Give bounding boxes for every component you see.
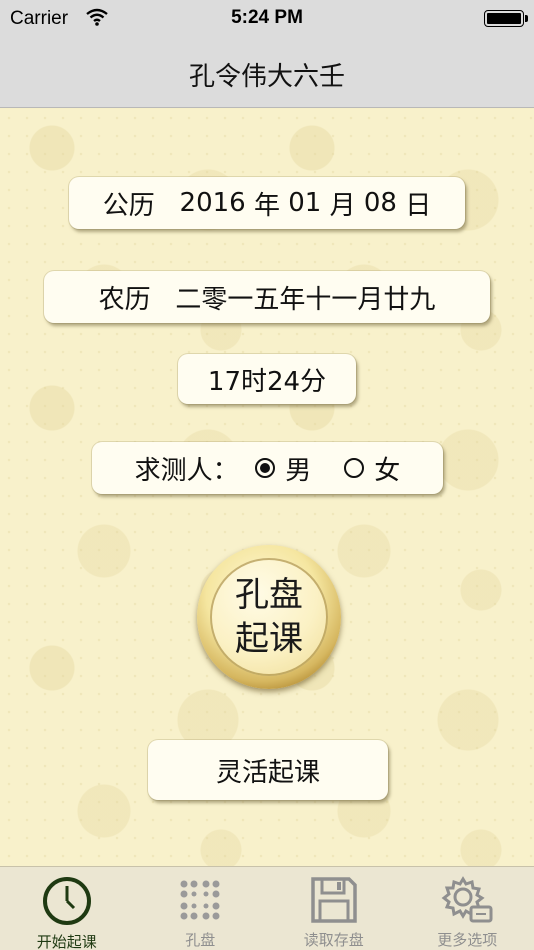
lunar-value: 二零一五年十一月廿九: [175, 284, 436, 315]
status-bar: Carrier 5:24 PM: [0, 0, 534, 38]
female-label: 女: [374, 455, 401, 486]
status-time: 5:24 PM: [231, 7, 303, 28]
solar-month-unit: 月: [329, 190, 356, 221]
tab-kong-pan[interactable]: 孔盘: [134, 867, 268, 950]
lunar-label: 农历: [98, 284, 151, 315]
solar-day: 08: [363, 188, 397, 218]
tab-load-saved-label: 读取存盘: [303, 931, 364, 949]
main-button-line2: 起课: [235, 619, 303, 659]
solar-year-unit: 年: [253, 190, 280, 221]
male-radio[interactable]: 男: [255, 450, 311, 487]
tab-start-label: 开始起课: [36, 933, 97, 950]
grid-icon: [172, 875, 228, 925]
flexible-start-button[interactable]: 灵活起课: [148, 740, 388, 800]
kong-pan-start-button[interactable]: 孔盘 起课: [197, 545, 341, 689]
time-value: 17时24分: [207, 366, 327, 397]
solar-day-unit: 日: [405, 190, 432, 221]
battery-icon: [484, 10, 528, 27]
floppy-disk-icon: [306, 875, 362, 925]
kong-pan-start-face: 孔盘 起课: [210, 558, 328, 676]
gender-label: 求测人：: [134, 455, 239, 486]
tab-more-options-label: 更多选项: [437, 931, 498, 949]
tab-bar: 开始起课 孔盘 读取存盘 更多选项: [0, 866, 534, 950]
main-button-line1: 孔盘: [235, 575, 303, 615]
female-radio[interactable]: 女: [344, 450, 400, 487]
page-title: 孔令伟大六壬: [188, 62, 345, 92]
lunar-date-button[interactable]: 农历 二零一五年十一月廿九: [44, 271, 490, 323]
tab-more-options[interactable]: 更多选项: [401, 867, 534, 950]
solar-label: 公历: [102, 190, 155, 221]
radio-selected-icon: [255, 458, 276, 478]
gender-selector: 求测人： 男 女: [92, 442, 443, 494]
tab-kong-pan-label: 孔盘: [185, 931, 216, 949]
gear-icon: [439, 875, 495, 925]
clock-icon: [39, 875, 95, 927]
male-label: 男: [285, 455, 312, 486]
navigation-bar: 孔令伟大六壬: [0, 38, 534, 108]
tab-load-saved[interactable]: 读取存盘: [267, 867, 401, 950]
time-button[interactable]: 17时24分: [178, 354, 356, 404]
radio-unselected-icon: [344, 458, 365, 478]
solar-date-button[interactable]: 公历 2016 年 01 月 08 日: [69, 177, 465, 229]
solar-month: 01: [288, 188, 322, 218]
tab-start[interactable]: 开始起课: [0, 867, 134, 950]
flex-button-label: 灵活起课: [215, 757, 320, 788]
solar-year: 2016: [179, 188, 246, 218]
